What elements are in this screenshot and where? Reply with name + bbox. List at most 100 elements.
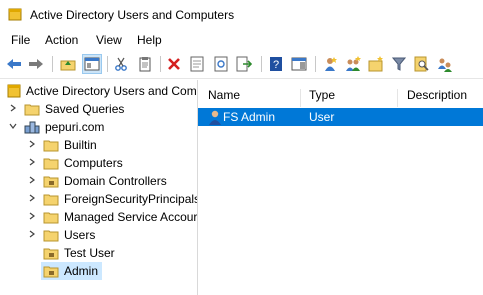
find-icon	[414, 56, 429, 72]
list-header: Name Type Description	[198, 83, 483, 107]
tree-item-test-user[interactable]: Test User	[0, 244, 197, 262]
properties-button[interactable]	[187, 54, 207, 74]
chevron-right-icon[interactable]	[9, 104, 17, 112]
forward-arrow-icon	[29, 59, 43, 69]
tree-item-label: Test User	[64, 246, 115, 260]
show-hide-console-tree-button[interactable]	[82, 54, 102, 74]
toolbar-separator	[52, 56, 53, 72]
folder-up-icon	[60, 60, 76, 71]
tree-item-saved-queries[interactable]: Saved Queries	[0, 100, 197, 118]
tree-root-label: Active Directory Users and Com	[26, 84, 197, 98]
toolbar-separator	[261, 56, 262, 72]
copy-button[interactable]	[135, 54, 155, 74]
help-icon: ?	[270, 57, 282, 71]
back-button[interactable]	[4, 54, 24, 74]
toolbar: ?	[0, 50, 483, 79]
chevron-right-icon[interactable]	[28, 176, 36, 184]
menu-bar: File Action View Help	[0, 30, 483, 50]
ou-icon	[43, 266, 59, 278]
menu-view[interactable]: View	[96, 33, 122, 47]
title-bar: Active Directory Users and Computers	[0, 0, 483, 30]
app-icon	[8, 8, 22, 21]
tree-item-builtin[interactable]: Builtin	[0, 136, 197, 154]
chevron-right-icon[interactable]	[28, 230, 36, 238]
folder-icon	[43, 212, 59, 224]
ou-icon	[43, 176, 59, 188]
add-to-group-button[interactable]	[435, 54, 455, 74]
list-cell-name: FS Admin	[223, 110, 276, 124]
ou-icon	[43, 248, 59, 260]
tree-item-label: Computers	[64, 156, 123, 170]
up-level-button[interactable]	[58, 54, 78, 74]
toolbar-separator	[315, 56, 316, 72]
tree-item-label: Users	[64, 228, 96, 242]
properties-icon	[190, 56, 204, 72]
export-list-icon	[236, 56, 252, 72]
new-user-button[interactable]	[320, 54, 340, 74]
tree-item-admin[interactable]: Admin	[41, 262, 102, 280]
scissors-icon	[115, 57, 127, 71]
delete-x-icon	[168, 58, 180, 70]
folder-icon	[43, 158, 59, 170]
tree-item-label: ForeignSecurityPrincipals	[64, 192, 198, 206]
folder-icon	[43, 140, 59, 152]
tree-item-label: Domain Controllers	[64, 174, 167, 188]
tree-item-domain[interactable]: pepuri.com	[0, 118, 197, 136]
filter-button[interactable]	[389, 54, 409, 74]
folder-icon	[24, 104, 40, 116]
column-header-type[interactable]: Type	[309, 88, 335, 102]
cut-button[interactable]	[111, 54, 131, 74]
tree-item-foreign-security-principals[interactable]: ForeignSecurityPrincipals	[0, 190, 197, 208]
refresh-icon	[214, 56, 228, 72]
column-divider[interactable]	[397, 89, 398, 107]
add-to-group-icon	[438, 58, 452, 72]
adsi-root-icon	[7, 84, 21, 98]
chevron-right-icon[interactable]	[28, 158, 36, 166]
menu-file[interactable]: File	[11, 33, 30, 47]
column-divider[interactable]	[300, 89, 301, 107]
tree-item-label: Saved Queries	[45, 102, 125, 116]
folder-icon	[43, 194, 59, 206]
forward-button[interactable]	[26, 54, 46, 74]
new-ou-button[interactable]	[366, 54, 386, 74]
window-title: Active Directory Users and Computers	[30, 8, 235, 22]
svg-text:?: ?	[273, 59, 279, 71]
menu-help[interactable]: Help	[137, 33, 162, 47]
find-button[interactable]	[412, 54, 432, 74]
tree-item-label: Managed Service Accour	[64, 210, 198, 224]
new-group-button[interactable]	[343, 54, 363, 74]
filter-icon	[392, 57, 406, 71]
back-arrow-icon	[7, 59, 21, 69]
clipboard-icon	[139, 57, 151, 72]
toolbar-separator	[107, 56, 108, 72]
delete-button[interactable]	[164, 54, 184, 74]
chevron-right-icon[interactable]	[28, 212, 36, 220]
tree-item-computers[interactable]: Computers	[0, 154, 197, 172]
action-pane-button[interactable]	[289, 54, 309, 74]
chevron-right-icon[interactable]	[28, 140, 36, 148]
tree-item-managed-service-accounts[interactable]: Managed Service Accour	[0, 208, 197, 226]
new-user-icon	[325, 57, 337, 71]
console-tree-icon	[84, 57, 100, 71]
tree-item-domain-controllers[interactable]: Domain Controllers	[0, 172, 197, 190]
details-list: Name Type Description FS Admin User	[198, 80, 483, 295]
action-pane-icon	[291, 57, 307, 71]
menu-action[interactable]: Action	[45, 33, 78, 47]
tree-item-label: pepuri.com	[45, 120, 105, 134]
chevron-down-icon[interactable]	[9, 122, 17, 130]
tree-item-users[interactable]: Users	[0, 226, 197, 244]
tree-root[interactable]: Active Directory Users and Com	[0, 82, 197, 100]
refresh-button[interactable]	[211, 54, 231, 74]
export-list-button[interactable]	[234, 54, 254, 74]
domain-icon	[24, 121, 40, 134]
column-header-description[interactable]: Description	[407, 88, 467, 102]
list-row-selected[interactable]: FS Admin User	[198, 108, 483, 126]
console-tree: Active Directory Users and Com Saved Que…	[0, 80, 198, 295]
user-icon	[209, 110, 221, 125]
new-group-icon	[346, 56, 361, 71]
toolbar-separator	[160, 56, 161, 72]
chevron-right-icon[interactable]	[28, 194, 36, 202]
column-header-name[interactable]: Name	[208, 88, 240, 102]
help-button[interactable]: ?	[266, 54, 286, 74]
tree-item-label: Builtin	[64, 138, 97, 152]
